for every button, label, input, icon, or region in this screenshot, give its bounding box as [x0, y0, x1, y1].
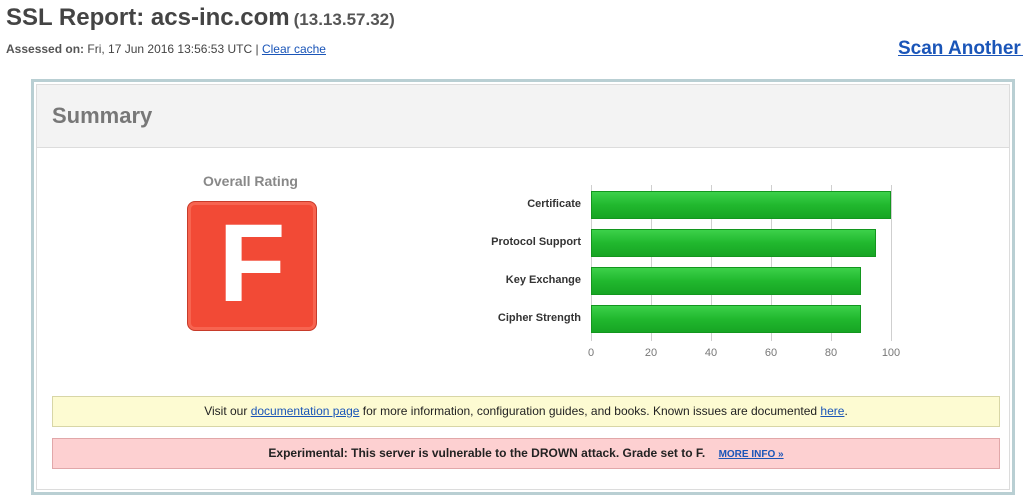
more-info-link[interactable]: MORE INFO » [719, 449, 784, 460]
scan-another-link[interactable]: Scan Another » [898, 38, 1023, 60]
docs-mid: for more information, configuration guid… [362, 404, 818, 418]
x-tick-label: 80 [824, 347, 838, 359]
assessed-label: Assessed on: [6, 42, 85, 56]
x-tick-label: 40 [704, 347, 718, 359]
summary-panel: Summary Overall Rating F 0 20 40 60 80 100 Cer… [31, 79, 1015, 495]
documentation-link[interactable]: documentation page [251, 404, 360, 418]
x-tick-label: 60 [764, 347, 778, 359]
documentation-notice: Visit our documentation page for more in… [52, 396, 1000, 427]
bar [591, 229, 876, 257]
x-tick-label: 0 [587, 347, 595, 359]
overall-rating-label: Overall Rating [203, 173, 298, 189]
x-tick-label: 20 [644, 347, 658, 359]
drown-warning: Experimental: This server is vulnerable … [52, 438, 1000, 469]
separator: | [255, 42, 259, 56]
bar-label: Cipher Strength [497, 312, 581, 324]
bar [591, 267, 861, 295]
docs-pre: Visit our [204, 404, 248, 418]
known-issues-link[interactable]: here [820, 404, 844, 418]
drown-text: Experimental: This server is vulnerable … [268, 446, 706, 460]
grade-badge: F [187, 201, 317, 331]
report-title: SSL Report: acs-inc.com [6, 4, 290, 31]
bar-label: Key Exchange [505, 274, 581, 286]
page-title: SSL Report: acs-inc.com (13.13.57.32) [6, 4, 395, 32]
bar [591, 305, 861, 333]
clear-cache-link[interactable]: Clear cache [262, 42, 326, 56]
summary-header: Summary [37, 85, 1009, 148]
bar [591, 191, 891, 219]
bar-label: Protocol Support [491, 236, 581, 248]
server-ip: (13.13.57.32) [293, 10, 395, 29]
grade-letter: F [218, 202, 286, 325]
bar-label: Certificate [527, 198, 581, 210]
assessed-date: Fri, 17 Jun 2016 13:56:53 UTC [87, 42, 253, 56]
summary-title: Summary [52, 103, 153, 128]
gridline [891, 185, 892, 341]
docs-post: . [844, 404, 848, 418]
x-tick-label: 100 [881, 347, 901, 359]
assessment-info: Assessed on: Fri, 17 Jun 2016 13:56:53 U… [6, 42, 326, 56]
